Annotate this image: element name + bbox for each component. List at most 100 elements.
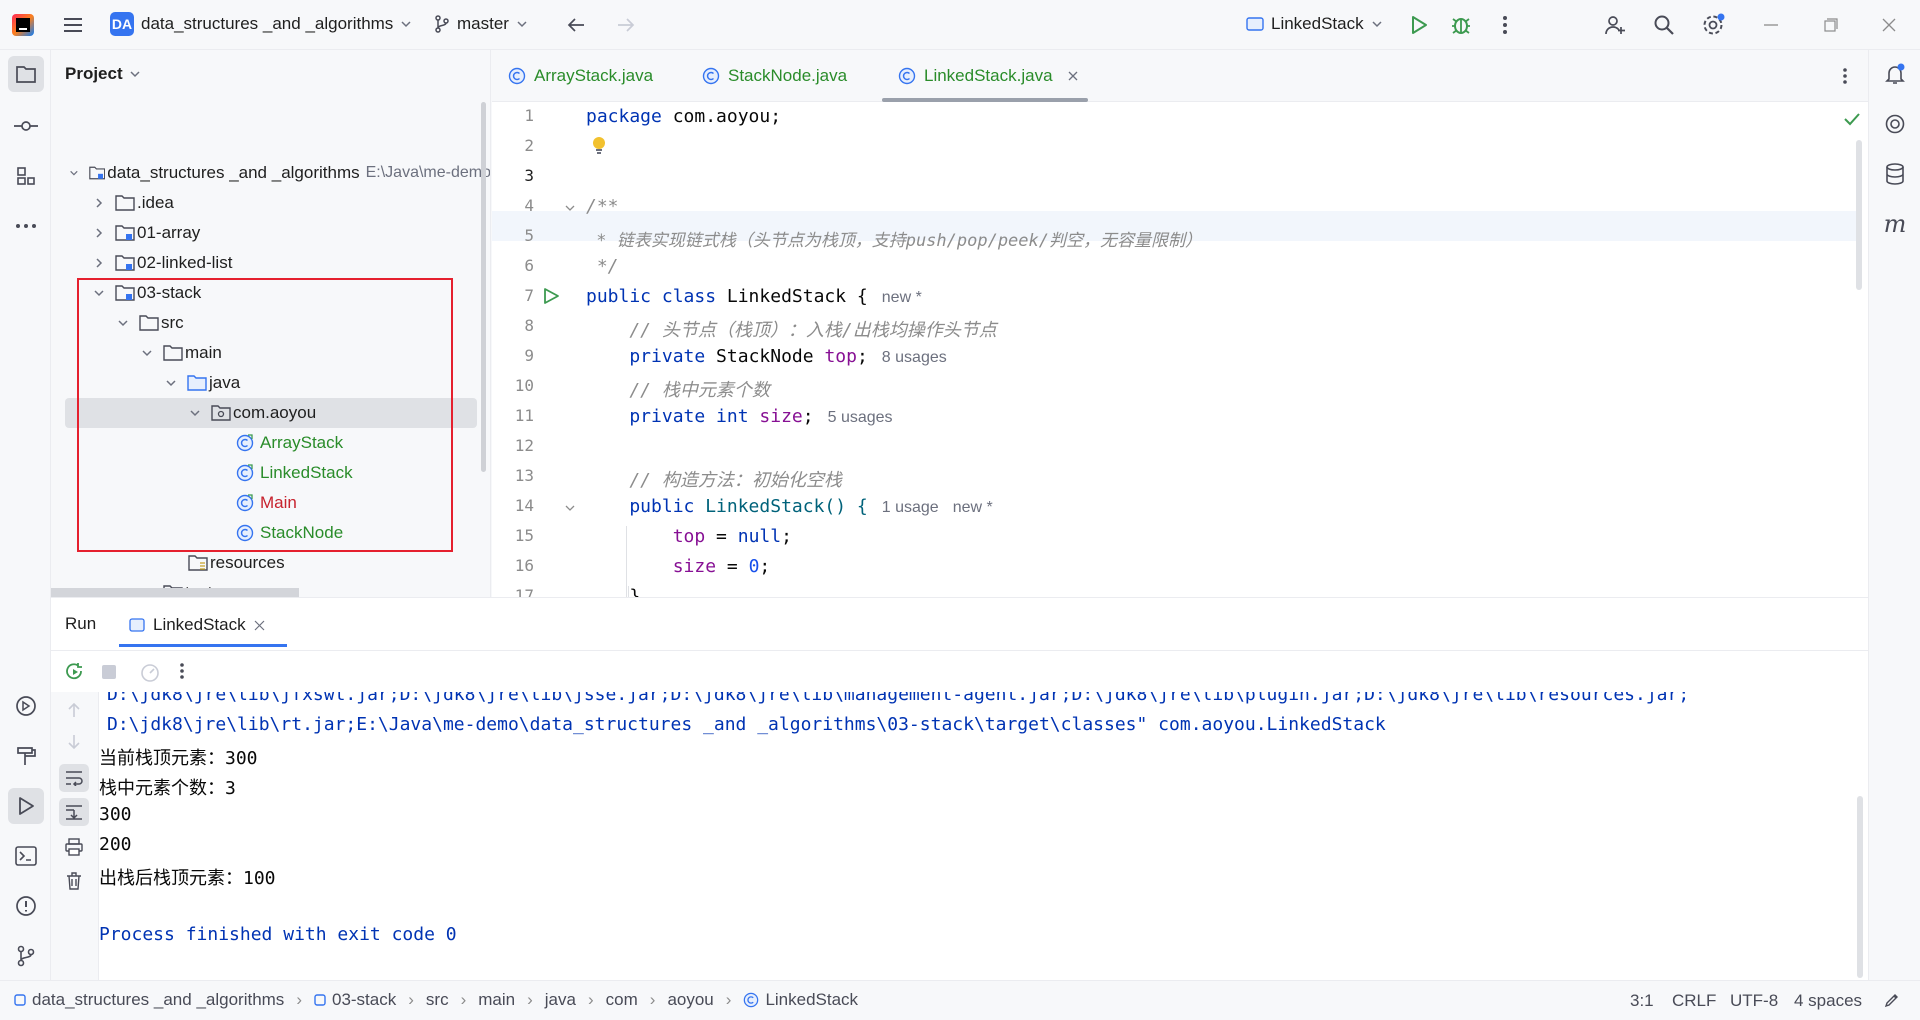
print-icon[interactable] xyxy=(65,838,83,856)
code-line-8[interactable]: // 头节点（栈顶）：入栈/出栈均操作头节点 xyxy=(586,316,996,342)
more-actions-icon[interactable] xyxy=(179,662,185,680)
project-panel-header[interactable]: Project xyxy=(65,64,141,84)
code-field: size xyxy=(586,556,717,577)
code-line-7[interactable]: public class LinkedStack {new * xyxy=(586,286,922,307)
build-tool-icon[interactable] xyxy=(8,738,44,774)
project-hscrollbar[interactable] xyxy=(51,588,299,597)
code-line-1[interactable]: package com.aoyou; xyxy=(586,106,781,127)
scroll-to-end-button[interactable] xyxy=(59,798,89,826)
chevron-right-icon xyxy=(96,258,103,268)
tree-row-01-array[interactable]: 01-array xyxy=(51,218,490,248)
code-line-15[interactable]: top = null; xyxy=(586,526,792,547)
scroll-down-icon[interactable] xyxy=(67,734,81,750)
breadcrumb-item[interactable]: java xyxy=(545,990,576,1010)
close-icon[interactable] xyxy=(1067,70,1079,82)
rerun-icon[interactable] xyxy=(65,662,85,682)
root-path: E:\Java\me-demo xyxy=(365,164,491,181)
console-output[interactable]: D:\jdk8\jre\lib\jfxswt.jar;D:\jdk8\jre\l… xyxy=(99,692,1819,981)
run-tab-linkedstack[interactable]: LinkedStack xyxy=(119,604,275,646)
tree-row-02-linked-list[interactable]: 02-linked-list xyxy=(51,248,490,278)
capture-memory-icon[interactable] xyxy=(139,662,161,682)
main-menu-icon[interactable] xyxy=(54,6,92,44)
debug-icon[interactable] xyxy=(1442,6,1480,44)
inlay-hint-author[interactable]: new * xyxy=(953,499,993,516)
tab-arraystack[interactable]: ArrayStack.java xyxy=(508,50,653,102)
more-actions-icon[interactable] xyxy=(1486,6,1524,44)
back-icon[interactable] xyxy=(557,6,595,44)
code-line-16[interactable]: size = 0; xyxy=(586,556,771,577)
inlay-hint-usages[interactable]: 5 usages xyxy=(828,409,893,426)
structure-tool-icon[interactable] xyxy=(8,158,44,194)
project-tool-icon[interactable] xyxy=(8,56,44,92)
scroll-up-icon[interactable] xyxy=(67,702,81,718)
project-widget[interactable]: DA data_structures _and _algorithms xyxy=(110,12,412,36)
tab-linkedstack[interactable]: LinkedStack.java xyxy=(898,50,1079,102)
inlay-hint-usages[interactable]: 1 usage xyxy=(882,499,939,516)
line-number: 10 xyxy=(514,376,534,395)
more-tools-icon[interactable] xyxy=(8,208,44,244)
editor-scrollbar[interactable] xyxy=(1856,140,1862,290)
minimize-icon[interactable] xyxy=(1752,6,1790,44)
maven-icon[interactable]: m xyxy=(1877,206,1913,242)
console-line: D:\jdk8\jre\lib\jfxswt.jar;D:\jdk8\jre\l… xyxy=(107,692,1690,705)
code-line-10[interactable]: // 栈中元素个数 xyxy=(586,376,770,402)
code-line-13[interactable]: // 构造方法：初始化空栈 xyxy=(586,466,842,492)
trash-icon[interactable] xyxy=(66,872,82,890)
fold-icon[interactable] xyxy=(564,202,576,214)
run-config-selector[interactable]: LinkedStack xyxy=(1246,14,1383,34)
settings-icon[interactable] xyxy=(1694,6,1732,44)
stop-icon[interactable] xyxy=(101,664,117,680)
breadcrumb-item[interactable]: aoyou xyxy=(667,990,713,1010)
code-line-9[interactable]: private StackNode top; 8 usages xyxy=(586,346,947,367)
run-tool-icon[interactable] xyxy=(8,788,44,824)
no-problems-check-icon[interactable] xyxy=(1844,112,1860,126)
add-user-icon[interactable] xyxy=(1596,6,1634,44)
search-icon[interactable] xyxy=(1645,6,1683,44)
notifications-icon[interactable] xyxy=(1877,56,1913,92)
close-window-icon[interactable] xyxy=(1870,6,1908,44)
terminal-tool-icon[interactable] xyxy=(8,838,44,874)
restore-icon[interactable] xyxy=(1812,6,1850,44)
code-line-4[interactable]: /** xyxy=(586,196,619,217)
code-line-14[interactable]: public LinkedStack() {1 usage new * xyxy=(586,496,993,517)
breadcrumb-item[interactable]: 03-stack xyxy=(314,990,396,1010)
commit-tool-icon[interactable] xyxy=(8,108,44,144)
code-line-5[interactable]: * 链表实现链式栈（头节点为栈顶，支持push/pop/peek/判空，无容量限… xyxy=(586,226,1202,251)
project-scrollbar[interactable] xyxy=(481,102,486,472)
inlay-hint-usages[interactable]: 8 usages xyxy=(882,349,947,366)
readonly-lock-icon[interactable] xyxy=(1884,992,1900,1008)
tab-actions-icon[interactable] xyxy=(1826,57,1864,95)
fold-icon[interactable] xyxy=(564,502,576,514)
indent-setting[interactable]: 4 spaces xyxy=(1794,991,1862,1011)
inlay-hint-author[interactable]: new * xyxy=(882,289,922,306)
breadcrumb-item[interactable]: src xyxy=(426,990,449,1010)
file-encoding[interactable]: UTF-8 xyxy=(1730,991,1778,1011)
tree-row-root[interactable]: data_structures _and _algorithms E:\Java… xyxy=(51,158,491,188)
tree-row-idea[interactable]: .idea xyxy=(51,188,490,218)
run-gutter-icon[interactable] xyxy=(542,287,560,305)
breadcrumb-item[interactable]: data_structures _and _algorithms xyxy=(14,990,284,1010)
branch-widget[interactable]: master xyxy=(434,14,528,34)
problems-tool-icon[interactable] xyxy=(8,888,44,924)
database-icon[interactable] xyxy=(1877,156,1913,192)
git-tool-icon[interactable] xyxy=(8,938,44,974)
forward-icon[interactable] xyxy=(607,6,645,44)
console-scrollbar[interactable] xyxy=(1857,796,1863,978)
line-separator[interactable]: CRLF xyxy=(1672,991,1716,1011)
tab-stacknode[interactable]: StackNode.java xyxy=(702,50,847,102)
app-logo-icon[interactable] xyxy=(12,14,34,36)
code-line-11[interactable]: private int size; 5 usages xyxy=(586,406,893,427)
breadcrumb-item[interactable]: LinkedStack xyxy=(743,990,858,1010)
caret-position[interactable]: 3:1 xyxy=(1630,991,1654,1011)
services-tool-icon[interactable] xyxy=(8,688,44,724)
run-icon[interactable] xyxy=(1400,6,1438,44)
ai-assistant-icon[interactable] xyxy=(1877,106,1913,142)
breadcrumb-item[interactable]: com xyxy=(606,990,638,1010)
lightbulb-icon[interactable] xyxy=(592,136,606,156)
close-icon[interactable] xyxy=(254,620,265,631)
breadcrumb-item[interactable]: main xyxy=(478,990,515,1010)
code-line-6[interactable]: */ xyxy=(586,256,619,277)
soft-wrap-button[interactable] xyxy=(59,764,89,792)
code-line-17[interactable]: } xyxy=(586,586,640,597)
tree-row-resources[interactable]: resources xyxy=(51,548,490,578)
